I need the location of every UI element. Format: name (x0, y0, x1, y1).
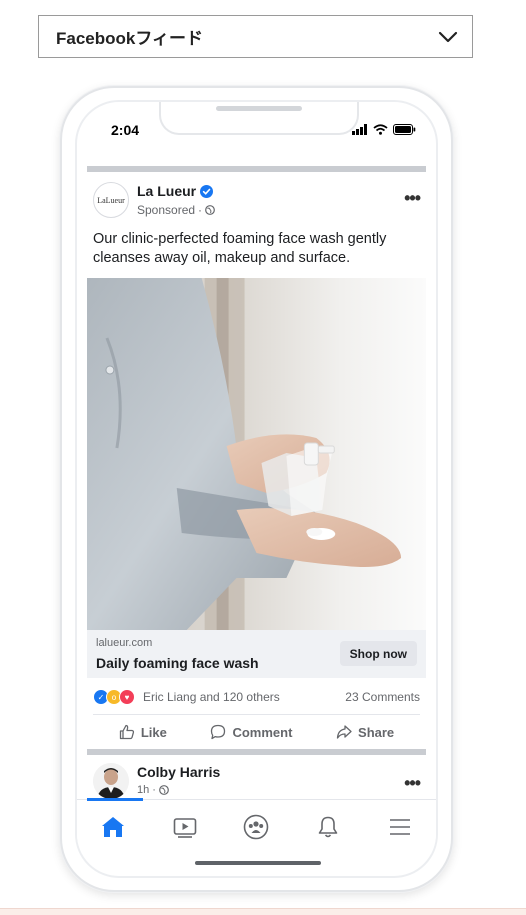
tab-groups[interactable] (236, 807, 276, 847)
globe-icon (159, 785, 169, 795)
phone-mockup: 2:04 LaLueur La Lueur Sponsored · ••• Ou… (60, 86, 453, 892)
more-options-icon[interactable]: ••• (404, 188, 421, 209)
page-avatar[interactable]: LaLueur (93, 182, 129, 218)
globe-icon (205, 205, 215, 215)
next-post-author[interactable]: Colby Harris (137, 764, 220, 780)
battery-icon (393, 124, 416, 135)
ad-post-header: LaLueur La Lueur Sponsored · ••• (87, 172, 426, 228)
page-name-text: La Lueur (137, 183, 197, 199)
comment-button[interactable]: Comment (210, 724, 292, 740)
tab-home[interactable] (93, 807, 133, 847)
placement-label: Facebookフィード (56, 29, 204, 48)
home-icon (101, 817, 124, 837)
share-button[interactable]: Share (336, 724, 394, 740)
comment-icon (211, 724, 226, 740)
next-post-time: 1h (137, 784, 150, 796)
bell-icon (318, 816, 338, 838)
phone-screen: 2:04 LaLueur La Lueur Sponsored · ••• Ou… (75, 100, 438, 878)
tab-video[interactable] (165, 807, 205, 847)
page-avatar-logo: LaLueur (97, 195, 125, 205)
like-button[interactable]: Like (119, 724, 167, 740)
bottom-edge-strip (0, 908, 526, 915)
post-actions: Like Comment Share (87, 715, 426, 749)
menu-icon (390, 819, 411, 835)
ad-image[interactable] (87, 278, 426, 630)
tab-menu[interactable] (380, 807, 420, 847)
shop-now-button[interactable]: Shop now (339, 641, 417, 666)
thumbs-up-icon (119, 724, 134, 740)
active-tab-indicator (87, 798, 143, 801)
love-reaction-icon: ♥ (119, 689, 135, 705)
reactions-row: ✓ o ♥ Eric Liang and 120 others 23 Comme… (93, 678, 420, 715)
home-indicator (195, 861, 321, 865)
next-post-header: Colby Harris 1h · ••• (87, 755, 426, 801)
groups-icon (244, 814, 269, 840)
reaction-names[interactable]: Eric Liang and 120 others (143, 690, 280, 704)
video-icon (173, 818, 196, 838)
status-time: 2:04 (111, 122, 140, 138)
link-preview-bar[interactable]: lalueur.com Daily foaming face wash Shop… (87, 630, 426, 678)
bottom-tab-bar (77, 798, 436, 854)
phone-notch (159, 102, 359, 135)
more-options-icon[interactable]: ••• (404, 773, 421, 794)
status-icons (352, 124, 416, 135)
reaction-icons[interactable]: ✓ o ♥ (93, 689, 135, 705)
share-icon (336, 725, 352, 739)
next-post-meta: 1h · (137, 784, 169, 796)
chevron-down-icon (438, 31, 458, 42)
user-avatar[interactable] (93, 763, 129, 799)
tab-notifications[interactable] (308, 807, 348, 847)
post-text: Our clinic-perfected foaming face wash g… (93, 231, 387, 266)
link-domain: lalueur.com (96, 637, 153, 649)
meta-separator: · (152, 784, 156, 796)
post-meta: Sponsored · (137, 203, 215, 217)
link-title: Daily foaming face wash (96, 655, 259, 671)
phone-speaker (216, 106, 302, 111)
sponsored-label: Sponsored (137, 203, 196, 217)
user-avatar-photo (93, 763, 129, 799)
comment-label: Comment (232, 724, 293, 740)
wifi-icon (373, 124, 388, 135)
placement-dropdown[interactable]: Facebookフィード (38, 15, 473, 58)
like-label: Like (140, 724, 167, 740)
page-name[interactable]: La Lueur (137, 183, 214, 199)
share-label: Share (358, 724, 395, 740)
meta-separator: · (198, 203, 203, 217)
verified-badge-icon (200, 184, 214, 198)
comment-count[interactable]: 23 Comments (345, 690, 420, 704)
news-feed: LaLueur La Lueur Sponsored · ••• Our cli… (87, 166, 426, 876)
